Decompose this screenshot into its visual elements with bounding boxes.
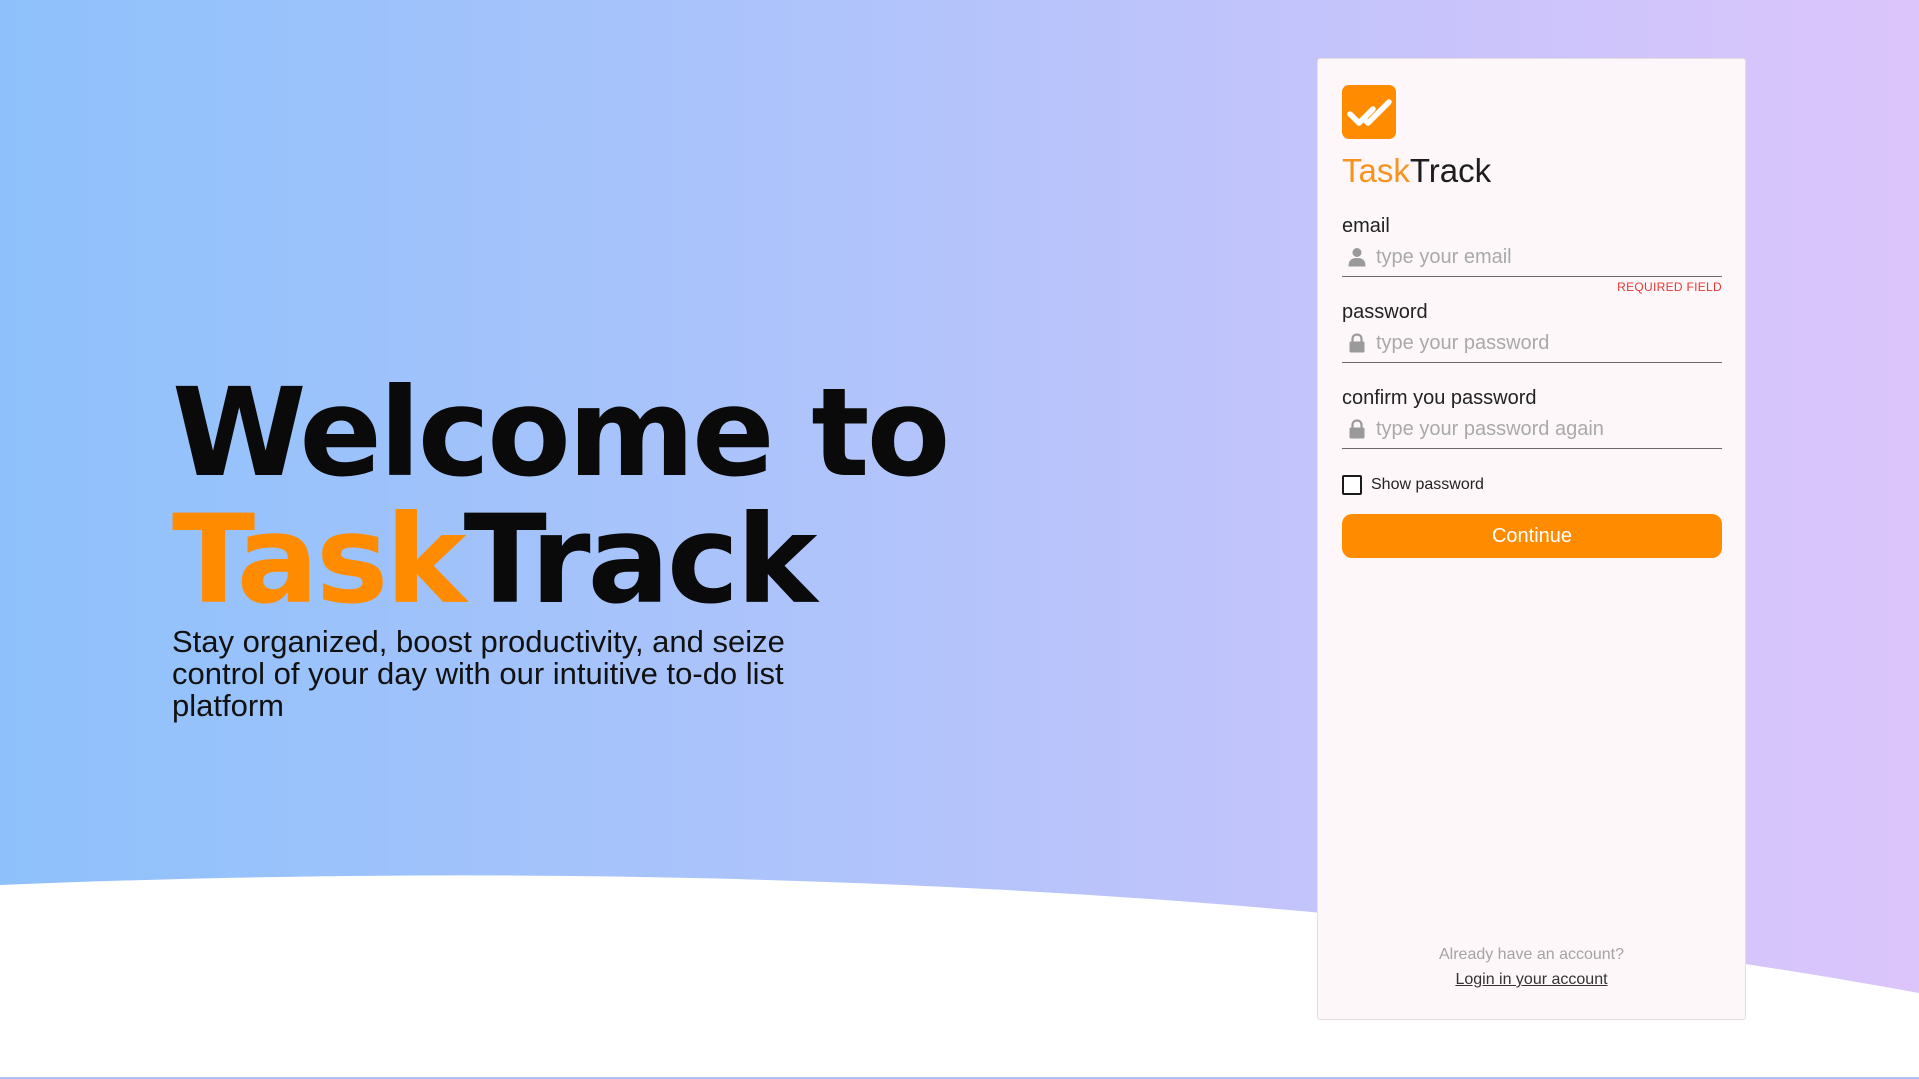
password-field-row bbox=[1342, 324, 1722, 363]
show-password-row[interactable]: Show password bbox=[1342, 475, 1484, 495]
lock-icon bbox=[1346, 332, 1368, 354]
email-input[interactable] bbox=[1376, 245, 1706, 269]
email-field-row bbox=[1342, 238, 1722, 277]
already-have-account-text: Already have an account? bbox=[1438, 946, 1624, 963]
login-link-wrapper: Login in your account bbox=[1318, 971, 1745, 989]
lock-icon bbox=[1346, 418, 1368, 440]
hero-title-rest: Track bbox=[463, 489, 818, 631]
brand-rest: Track bbox=[1409, 152, 1492, 189]
hero-section: Welcome to TaskTrack Stay organized, boo… bbox=[172, 370, 950, 723]
email-label: email bbox=[1342, 215, 1390, 237]
password-label: password bbox=[1342, 301, 1428, 323]
hero-subtitle: Stay organized, boost productivity, and … bbox=[172, 624, 785, 723]
brand-accent: Task bbox=[1342, 152, 1410, 189]
confirm-password-label: confirm you password bbox=[1342, 387, 1537, 409]
login-link[interactable]: Login in your account bbox=[1455, 971, 1607, 988]
signup-card: TaskTrack email REQUIRED FIELD password bbox=[1317, 58, 1746, 1020]
confirm-password-field-group: confirm you password bbox=[1342, 386, 1722, 449]
double-check-icon bbox=[1342, 85, 1396, 139]
confirm-password-input[interactable] bbox=[1376, 417, 1706, 441]
email-error-text: REQUIRED FIELD bbox=[1617, 280, 1722, 294]
hero-title: Welcome to TaskTrack bbox=[172, 370, 950, 624]
email-field-group: email REQUIRED FIELD bbox=[1342, 214, 1722, 294]
password-field-group: password bbox=[1342, 300, 1722, 363]
brand-name: TaskTrack bbox=[1342, 151, 1491, 191]
hero-title-accent: Task bbox=[172, 489, 467, 631]
confirm-password-field-row bbox=[1342, 410, 1722, 449]
show-password-checkbox[interactable] bbox=[1342, 475, 1362, 495]
continue-button[interactable]: Continue bbox=[1342, 514, 1722, 558]
show-password-label[interactable]: Show password bbox=[1371, 476, 1484, 494]
signup-page: Welcome to TaskTrack Stay organized, boo… bbox=[0, 0, 1919, 1079]
password-input[interactable] bbox=[1376, 331, 1706, 355]
hero-title-line1: Welcome to bbox=[172, 362, 950, 504]
user-icon bbox=[1346, 246, 1368, 268]
